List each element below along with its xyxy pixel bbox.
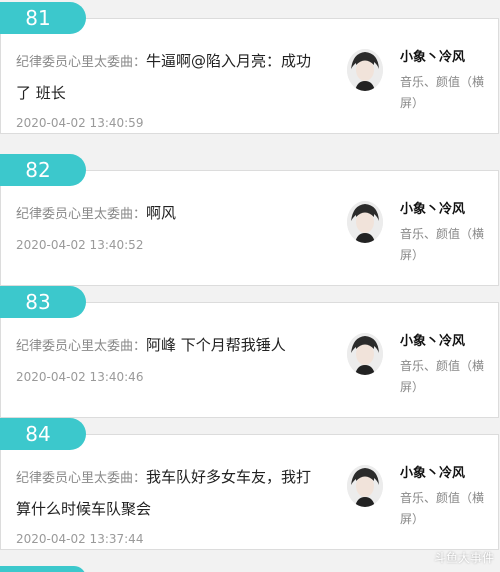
sender-name: 纪律委员心里太委曲： xyxy=(16,55,147,70)
streamer-name[interactable]: 小象丶冷风 xyxy=(400,331,485,353)
message-card[interactable]: 纪律委员心里太委曲：我车队好多女车友，我打算什么时候车队聚会 2020-04-0… xyxy=(0,434,499,550)
timestamp: 2020-04-02 13:40:46 xyxy=(16,370,144,384)
danmaku-list: 81 纪律委员心里太委曲：牛逼啊@陷入月亮：成功了 班长 2020-04-02 … xyxy=(0,0,500,572)
timestamp: 2020-04-02 13:37:44 xyxy=(16,532,144,546)
room-info: 小象丶冷风 音乐、颜值（横屏） xyxy=(400,199,485,266)
message-text: 纪律委员心里太委曲：牛逼啊@陷入月亮：成功了 班长 xyxy=(16,46,321,108)
room-info: 小象丶冷风 音乐、颜值（横屏） xyxy=(400,463,485,530)
rank-badge: 81 xyxy=(0,2,86,34)
message-block: 纪律委员心里太委曲：啊风 2020-04-02 13:40:52 xyxy=(16,198,321,252)
streamer-name[interactable]: 小象丶冷风 xyxy=(400,463,485,485)
list-item: 83 纪律委员心里太委曲：阿峰 下个月帮我锤人 2020-04-02 13:40… xyxy=(0,286,500,418)
list-item: 81 纪律委员心里太委曲：牛逼啊@陷入月亮：成功了 班长 2020-04-02 … xyxy=(0,2,500,134)
timestamp: 2020-04-02 13:40:59 xyxy=(16,116,144,130)
list-item: 82 纪律委员心里太委曲：啊风 2020-04-02 13:40:52 小象丶冷… xyxy=(0,154,500,286)
message-card[interactable]: 纪律委员心里太委曲：阿峰 下个月帮我锤人 2020-04-02 13:40:46… xyxy=(0,302,499,418)
streamer-avatar[interactable] xyxy=(347,465,383,507)
sender-name: 纪律委员心里太委曲： xyxy=(16,207,147,222)
rank-badge: 82 xyxy=(0,154,86,186)
room-tags: 音乐、颜值（横屏） xyxy=(400,75,485,110)
message-block: 纪律委员心里太委曲：牛逼啊@陷入月亮：成功了 班长 2020-04-02 13:… xyxy=(16,46,321,130)
streamer-avatar[interactable] xyxy=(347,49,383,91)
streamer-name[interactable]: 小象丶冷风 xyxy=(400,199,485,221)
message-content: 阿峰 下个月帮我锤人 xyxy=(146,336,286,354)
message-card[interactable]: 纪律委员心里太委曲：牛逼啊@陷入月亮：成功了 班长 2020-04-02 13:… xyxy=(0,18,499,134)
room-tags: 音乐、颜值（横屏） xyxy=(400,227,485,262)
avatar-portrait-icon xyxy=(347,333,383,375)
streamer-avatar[interactable] xyxy=(347,333,383,375)
watermark-text: 斗鱼大事件 xyxy=(433,551,494,565)
list-item: 84 纪律委员心里太委曲：我车队好多女车友，我打算什么时候车队聚会 2020-0… xyxy=(0,418,500,550)
message-content: 啊风 xyxy=(146,204,177,222)
message-block: 纪律委员心里太委曲：我车队好多女车友，我打算什么时候车队聚会 2020-04-0… xyxy=(16,462,321,546)
avatar-portrait-icon xyxy=(347,49,383,91)
avatar-portrait-icon xyxy=(347,201,383,243)
timestamp: 2020-04-02 13:40:52 xyxy=(16,238,144,252)
sender-name: 纪律委员心里太委曲： xyxy=(16,471,147,486)
sender-name: 纪律委员心里太委曲： xyxy=(16,339,147,354)
next-rank-badge xyxy=(0,566,86,572)
message-card[interactable]: 纪律委员心里太委曲：啊风 2020-04-02 13:40:52 小象丶冷风 音… xyxy=(0,170,499,286)
rank-badge: 84 xyxy=(0,418,86,450)
message-text: 纪律委员心里太委曲：我车队好多女车友，我打算什么时候车队聚会 xyxy=(16,462,321,524)
streamer-name[interactable]: 小象丶冷风 xyxy=(400,47,485,69)
room-info: 小象丶冷风 音乐、颜值（横屏） xyxy=(400,47,485,114)
message-text: 纪律委员心里太委曲：啊风 xyxy=(16,198,321,230)
message-text: 纪律委员心里太委曲：阿峰 下个月帮我锤人 xyxy=(16,330,321,362)
room-info: 小象丶冷风 音乐、颜值（横屏） xyxy=(400,331,485,398)
room-tags: 音乐、颜值（横屏） xyxy=(400,359,485,394)
message-block: 纪律委员心里太委曲：阿峰 下个月帮我锤人 2020-04-02 13:40:46 xyxy=(16,330,321,384)
rank-badge: 83 xyxy=(0,286,86,318)
avatar-portrait-icon xyxy=(347,465,383,507)
room-tags: 音乐、颜值（横屏） xyxy=(400,491,485,526)
streamer-avatar[interactable] xyxy=(347,201,383,243)
